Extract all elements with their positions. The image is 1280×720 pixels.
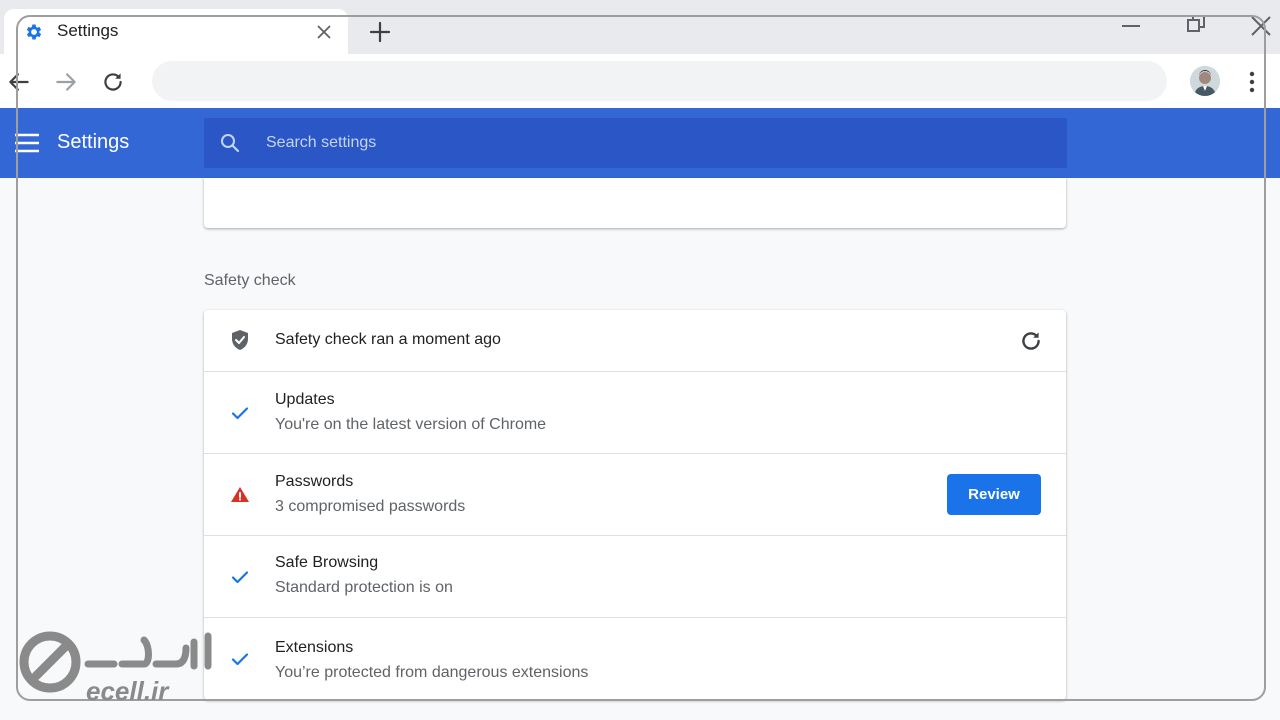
- search-box[interactable]: [204, 118, 1067, 168]
- forward-arrow-icon[interactable]: [53, 69, 79, 95]
- item-title: Updates: [275, 391, 335, 408]
- checkmark-icon: [231, 571, 249, 584]
- close-icon[interactable]: [313, 21, 335, 43]
- safety-check-item-extensions: Extensions You’re protected from dangero…: [204, 617, 1066, 700]
- item-title: Passwords: [275, 473, 354, 490]
- safety-check-item-updates: Updates You're on the latest version of …: [204, 371, 1066, 453]
- safety-check-item-safe-browsing: Safe Browsing Standard protection is on: [204, 535, 1066, 617]
- more-menu-icon[interactable]: [1242, 69, 1262, 95]
- restore-icon[interactable]: [1184, 12, 1208, 36]
- hamburger-menu-icon[interactable]: [14, 132, 40, 154]
- watermark-text: ecell.ir: [86, 676, 169, 706]
- warning-icon: [231, 487, 249, 502]
- safety-check-item-passwords: Passwords 3 compromised passwords Review: [204, 453, 1066, 535]
- new-tab-icon[interactable]: [368, 20, 392, 44]
- safety-check-card: Safety check ran a moment ago Updates Yo…: [204, 310, 1066, 700]
- avatar[interactable]: [1190, 66, 1220, 96]
- settings-card: [204, 178, 1066, 228]
- item-title: Extensions: [275, 639, 354, 656]
- address-bar[interactable]: [152, 61, 1167, 101]
- item-subtitle: You’re protected from dangerous extensio…: [275, 664, 589, 681]
- item-title: Safe Browsing: [275, 554, 379, 571]
- checkmark-icon: [231, 407, 249, 420]
- shield-icon: [232, 330, 248, 350]
- item-subtitle: 3 compromised passwords: [275, 498, 466, 515]
- tab-strip: Settings: [0, 0, 1280, 54]
- item-subtitle: You're on the latest version of Chrome: [275, 416, 547, 433]
- reload-icon[interactable]: [100, 69, 126, 95]
- settings-header: Settings: [0, 108, 1280, 178]
- search-input[interactable]: [264, 118, 1044, 168]
- section-heading: Safety check: [204, 272, 296, 289]
- browser-toolbar: [0, 54, 1280, 108]
- back-arrow-icon[interactable]: [6, 69, 32, 95]
- tab-settings[interactable]: Settings: [4, 9, 348, 54]
- profile-photo-icon: [1190, 66, 1220, 96]
- review-button[interactable]: Review: [947, 474, 1041, 515]
- checkmark-icon: [231, 653, 249, 666]
- gear-icon: [26, 24, 42, 40]
- refresh-icon[interactable]: [1018, 328, 1044, 354]
- browser-window: Settings Settings Search settings Safety…: [0, 0, 1280, 720]
- safety-check-status-row: Safety check ran a moment ago: [204, 310, 1066, 371]
- safety-check-status: Safety check ran a moment ago: [275, 331, 501, 348]
- item-subtitle: Standard protection is on: [275, 579, 453, 596]
- search-icon: [221, 134, 240, 153]
- tab-title: Settings: [57, 21, 119, 40]
- page-title: Settings: [57, 131, 130, 153]
- minimize-icon[interactable]: [1119, 14, 1143, 38]
- window-close-icon[interactable]: [1249, 14, 1273, 38]
